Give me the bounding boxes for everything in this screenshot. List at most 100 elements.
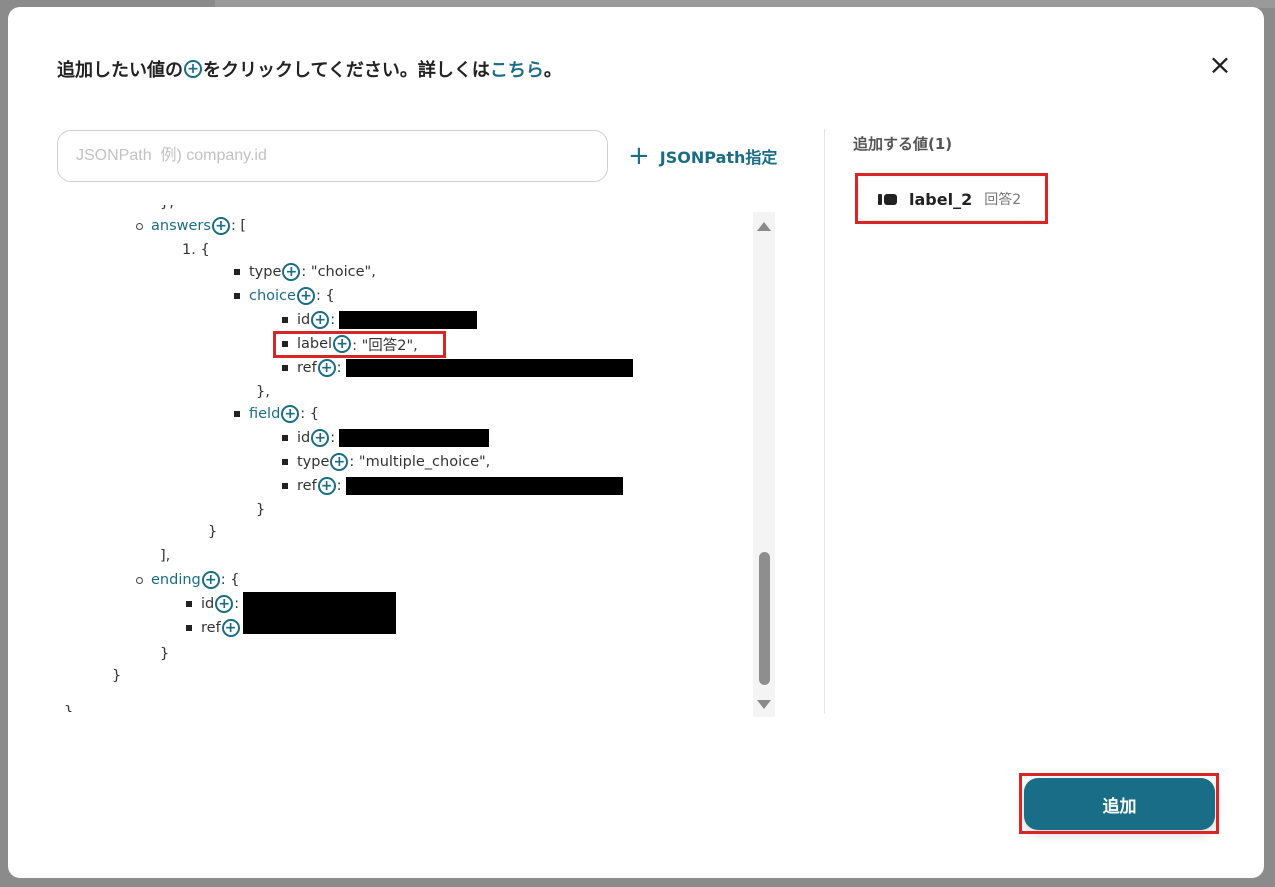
jsonpath-search-input[interactable] <box>57 130 608 182</box>
square-bullet-icon <box>186 625 192 631</box>
type-key: type <box>249 264 282 280</box>
dialog-title: 追加したい値の + をクリックしてください。詳しくは こちら 。 <box>57 57 562 81</box>
colon: : <box>330 312 336 328</box>
tree-line-field: field + : { <box>234 403 319 425</box>
tree-line-choice-id: id + : <box>282 309 478 331</box>
jsonpath-specify-button[interactable]: + JSONPath指定 <box>628 143 777 169</box>
ending-suffix: : { <box>220 572 240 588</box>
square-bullet-icon <box>234 269 240 275</box>
choice-key: choice <box>249 288 296 304</box>
add-button[interactable]: 追加 <box>1024 778 1215 830</box>
field-suffix: : { <box>300 406 320 422</box>
ending-ref-key: ref <box>201 620 221 636</box>
tree-line-root-close: } <box>112 665 121 687</box>
answers-suffix: : [ <box>230 218 247 234</box>
title-text-before: 追加したい値の <box>57 60 183 81</box>
tree-line-ending: ending + : { <box>136 569 239 591</box>
tree-line-field-ref: ref + : <box>282 475 623 497</box>
close-brace-comma: }, <box>256 384 270 400</box>
tree-line-answers-close: ], <box>160 545 170 567</box>
selected-value-label: label_2 <box>909 189 973 209</box>
colon: : <box>330 430 336 446</box>
help-link[interactable]: こちら <box>490 56 544 82</box>
choice-label-key: label <box>297 336 333 352</box>
circle-bullet-icon <box>136 222 143 230</box>
tree-line-choice: choice + : { <box>234 285 335 307</box>
square-bullet-icon <box>186 601 192 607</box>
tree-line-choice-label: label + : "回答2", <box>282 333 418 355</box>
choice-label-value: : "回答2", <box>352 337 418 354</box>
ending-field-list: id + : ref + <box>186 593 241 639</box>
circle-bullet-icon <box>136 576 143 584</box>
add-field-ref-icon[interactable]: + <box>317 477 336 495</box>
redacted-block <box>339 429 490 447</box>
tree-line-choice-close: }, <box>256 381 270 403</box>
selected-value-chip[interactable]: label_2 回答2 <box>860 178 1044 220</box>
field-id-key: id <box>297 430 311 446</box>
close-icon[interactable]: × <box>1206 51 1234 79</box>
choice-ref-key: ref <box>297 360 317 376</box>
json-tree: }, answers + : [ 1. { type + : "choice",… <box>48 205 748 712</box>
close-brace: } <box>256 502 266 518</box>
add-answers-icon[interactable]: + <box>211 217 230 235</box>
field-key: field <box>249 406 281 422</box>
field-ref-key: ref <box>297 478 317 494</box>
add-ending-icon[interactable]: + <box>201 571 220 589</box>
square-bullet-icon <box>282 483 288 489</box>
ending-ref-row: ref + <box>186 617 241 639</box>
redacted-block <box>339 311 478 329</box>
add-field-icon[interactable]: + <box>281 405 300 423</box>
redacted-block <box>242 592 396 634</box>
field-type-key: type <box>297 454 330 470</box>
square-bullet-icon <box>234 411 240 417</box>
add-field-id-icon[interactable]: + <box>311 429 330 447</box>
add-ending-id-icon[interactable]: + <box>215 595 234 613</box>
tree-line-item-index: 1. { <box>182 239 210 261</box>
item-index-text: 1. { <box>182 242 210 258</box>
field-type-value: : "multiple_choice", <box>349 454 491 470</box>
colon: : <box>336 360 342 376</box>
tree-line-choice-ref: ref + : <box>282 357 633 379</box>
close-brace: } <box>208 524 218 540</box>
tree-line-field-type: type + : "multiple_choice", <box>282 451 490 473</box>
value-type-icon <box>878 193 897 205</box>
tree-line-ending-close: } <box>160 643 169 665</box>
tree-line-field-close: } <box>256 499 265 521</box>
tree-scrollbar[interactable] <box>753 212 775 717</box>
tree-line-item-close: } <box>208 521 217 543</box>
add-choice-label-icon[interactable]: + <box>333 335 352 353</box>
add-choice-ref-icon[interactable]: + <box>317 359 336 377</box>
scroll-thumb[interactable] <box>759 552 770 685</box>
choice-id-key: id <box>297 312 311 328</box>
type-value: : "choice", <box>301 264 376 280</box>
answers-key: answers <box>151 218 211 234</box>
colon: : <box>234 596 240 612</box>
tree-line-partial-bottom: } <box>64 704 73 712</box>
close-bracket-comma: ], <box>160 548 171 564</box>
add-field-type-icon[interactable]: + <box>330 453 349 471</box>
panel-divider <box>824 129 825 714</box>
square-bullet-icon <box>282 435 288 441</box>
tree-line-type: type + : "choice", <box>234 261 376 283</box>
square-bullet-icon <box>234 293 240 299</box>
add-value-dialog: 追加したい値の + をクリックしてください。詳しくは こちら 。 × + JSO… <box>8 7 1264 878</box>
add-circle-icon: + <box>184 60 202 78</box>
redacted-block <box>345 359 633 377</box>
ending-key: ending <box>151 572 201 588</box>
tree-line-field-id: id + : <box>282 427 490 449</box>
square-bullet-icon <box>282 459 288 465</box>
tree-line-partial-top: }, <box>160 205 174 210</box>
square-bullet-icon <box>282 341 288 347</box>
add-choice-id-icon[interactable]: + <box>311 311 330 329</box>
colon: : <box>336 478 342 494</box>
scroll-down-arrow-icon[interactable] <box>757 700 771 709</box>
jsonpath-specify-label: JSONPath指定 <box>659 148 778 167</box>
close-brace: } <box>160 646 170 662</box>
selected-values-title: 追加する値(1) <box>853 135 953 153</box>
add-choice-icon[interactable]: + <box>296 287 315 305</box>
add-ending-ref-icon[interactable]: + <box>221 619 240 637</box>
plus-icon: + <box>628 141 650 171</box>
scroll-up-arrow-icon[interactable] <box>757 222 771 231</box>
add-type-icon[interactable]: + <box>282 263 301 281</box>
title-text-end: 。 <box>543 60 562 81</box>
